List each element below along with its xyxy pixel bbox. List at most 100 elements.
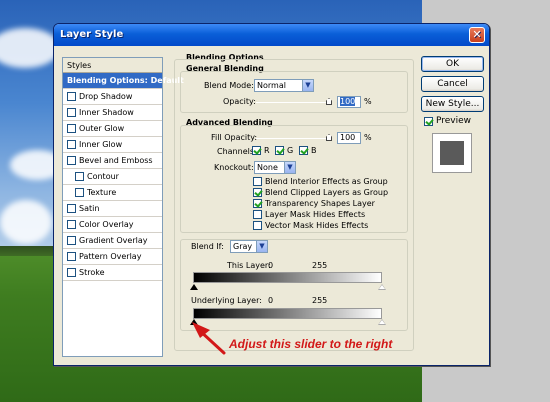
channel-g-label: G xyxy=(287,146,294,155)
close-icon: ✕ xyxy=(472,28,482,41)
this-layer-max: 255 xyxy=(312,261,328,270)
checkbox-icon[interactable] xyxy=(67,268,76,277)
opacity-slider-track[interactable] xyxy=(256,102,330,103)
styles-list-item-label: Contour xyxy=(87,171,119,181)
annotation-text: Adjust this slider to the right xyxy=(229,337,393,351)
styles-list-item[interactable]: Pattern Overlay xyxy=(63,249,162,265)
channel-b-checkbox[interactable]: B xyxy=(299,146,317,155)
checkbox-icon xyxy=(253,177,262,186)
layer-mask-hides-checkbox[interactable]: Layer Mask Hides Effects xyxy=(253,210,365,219)
styles-list-item[interactable]: Blending Options: Default xyxy=(63,73,184,89)
knockout-select[interactable]: None ▼ xyxy=(254,161,296,174)
fill-opacity-unit: % xyxy=(364,133,372,142)
checkbox-icon[interactable] xyxy=(67,204,76,213)
underlying-layer-black-slider[interactable] xyxy=(190,319,198,325)
close-button[interactable]: ✕ xyxy=(469,27,485,43)
blend-if-select[interactable]: Gray ▼ xyxy=(230,240,268,253)
ok-button[interactable]: OK xyxy=(421,56,484,72)
styles-list-item[interactable]: Drop Shadow xyxy=(63,89,162,105)
styles-list-header: Styles xyxy=(63,58,162,73)
styles-list-item[interactable]: Contour xyxy=(63,169,162,185)
vector-mask-hides-checkbox[interactable]: Vector Mask Hides Effects xyxy=(253,221,368,230)
chevron-down-icon: ▼ xyxy=(284,162,295,173)
checkbox-icon xyxy=(424,116,433,126)
option-label: Blend Interior Effects as Group xyxy=(265,177,388,186)
layer-style-dialog: Layer Style ✕ Styles Blending Options: D… xyxy=(53,23,490,366)
channel-g-checkbox[interactable]: G xyxy=(275,146,293,155)
dialog-title: Layer Style xyxy=(60,29,124,40)
checkbox-icon[interactable] xyxy=(67,156,76,165)
knockout-value: None xyxy=(257,163,278,172)
chevron-down-icon: ▼ xyxy=(302,80,313,91)
styles-list-item-label: Gradient Overlay xyxy=(79,235,148,245)
styles-list-item[interactable]: Satin xyxy=(63,201,162,217)
styles-list-item-label: Bevel and Emboss xyxy=(79,155,153,165)
channel-r-checkbox[interactable]: R xyxy=(252,146,270,155)
cloud xyxy=(0,200,52,244)
checkbox-icon xyxy=(275,146,284,155)
styles-list-item[interactable]: Outer Glow xyxy=(63,121,162,137)
checkbox-icon xyxy=(253,210,262,219)
blend-if-label: Blend If: xyxy=(191,242,224,251)
styles-list-item[interactable]: Texture xyxy=(63,185,162,201)
preview-checkbox[interactable]: Preview xyxy=(424,116,471,126)
underlying-layer-min: 0 xyxy=(268,296,274,305)
blend-mode-value: Normal xyxy=(257,81,286,90)
fill-opacity-slider-track[interactable] xyxy=(256,138,330,139)
styles-list-item-label: Inner Glow xyxy=(79,139,123,149)
styles-list-item[interactable]: Gradient Overlay xyxy=(63,233,162,249)
checkbox-icon[interactable] xyxy=(67,236,76,245)
styles-list-item-label: Inner Shadow xyxy=(79,107,134,117)
knockout-label: Knockout: xyxy=(214,163,254,172)
styles-list-item-label: Satin xyxy=(79,203,100,213)
new-style-button[interactable]: New Style... xyxy=(421,96,484,112)
opacity-input[interactable]: 100 xyxy=(337,96,361,108)
blend-clipped-layers-checkbox[interactable]: Blend Clipped Layers as Group xyxy=(253,188,388,197)
styles-list-item-label: Pattern Overlay xyxy=(79,251,142,261)
underlying-layer-gradient-bar xyxy=(193,308,382,319)
styles-list-item[interactable]: Stroke xyxy=(63,265,162,281)
checkbox-icon[interactable] xyxy=(75,172,84,181)
option-label: Layer Mask Hides Effects xyxy=(265,210,366,219)
this-layer-min: 0 xyxy=(268,261,274,270)
chevron-down-icon: ▼ xyxy=(256,241,267,252)
styles-list-item-label: Blending Options: Default xyxy=(67,75,184,85)
styles-list-item[interactable]: Bevel and Emboss xyxy=(63,153,162,169)
styles-list-item[interactable]: Inner Shadow xyxy=(63,105,162,121)
this-layer-black-slider[interactable] xyxy=(190,284,198,290)
checkbox-icon[interactable] xyxy=(67,252,76,261)
channel-b-label: B xyxy=(311,146,317,155)
blend-if-value: Gray xyxy=(233,242,253,251)
transparency-shapes-checkbox[interactable]: Transparency Shapes Layer xyxy=(253,199,375,208)
checkbox-icon[interactable] xyxy=(67,220,76,229)
checkbox-icon[interactable] xyxy=(67,108,76,117)
fill-opacity-value: 100 xyxy=(340,133,356,142)
this-layer-label: This Layer: xyxy=(227,261,271,270)
styles-list-item[interactable]: Inner Glow xyxy=(63,137,162,153)
styles-list-item-label: Texture xyxy=(87,187,117,197)
fill-opacity-input[interactable]: 100 xyxy=(337,132,361,144)
styles-list-item-label: Color Overlay xyxy=(79,219,134,229)
styles-list-item-label: Drop Shadow xyxy=(79,91,133,101)
blend-interior-effects-checkbox[interactable]: Blend Interior Effects as Group xyxy=(253,177,388,186)
this-layer-white-slider[interactable] xyxy=(378,284,386,290)
dialog-titlebar[interactable]: Layer Style ✕ xyxy=(54,24,489,46)
channel-r-label: R xyxy=(264,146,270,155)
checkbox-icon[interactable] xyxy=(67,140,76,149)
style-preview-thumbnail xyxy=(432,133,472,173)
checkbox-icon xyxy=(299,146,308,155)
styles-list-item-label: Stroke xyxy=(79,267,105,277)
checkbox-icon[interactable] xyxy=(75,188,84,197)
checkbox-icon[interactable] xyxy=(67,124,76,133)
preview-swatch xyxy=(440,141,464,165)
option-label: Vector Mask Hides Effects xyxy=(265,221,369,230)
opacity-unit: % xyxy=(364,97,372,106)
underlying-layer-white-slider[interactable] xyxy=(378,319,386,325)
checkbox-icon[interactable] xyxy=(67,92,76,101)
blend-mode-select[interactable]: Normal ▼ xyxy=(254,79,314,92)
cancel-button[interactable]: Cancel xyxy=(421,76,484,92)
underlying-layer-max: 255 xyxy=(312,296,328,305)
styles-list-item[interactable]: Color Overlay xyxy=(63,217,162,233)
fill-opacity-label: Fill Opacity: xyxy=(211,133,258,142)
preview-label: Preview xyxy=(436,116,472,126)
